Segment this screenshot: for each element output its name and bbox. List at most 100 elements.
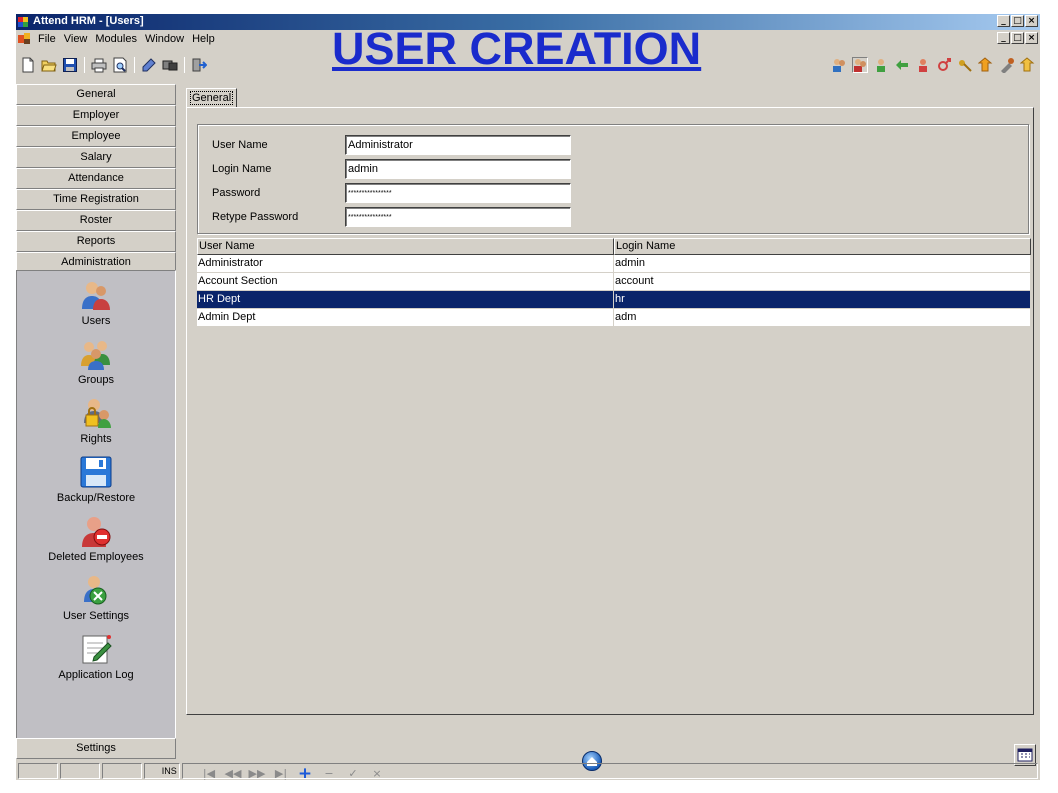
transfer-icon[interactable] bbox=[162, 57, 178, 73]
close-button[interactable]: × bbox=[1025, 15, 1038, 27]
login-name-field[interactable] bbox=[345, 159, 571, 179]
table-row[interactable]: Administrator admin bbox=[197, 255, 1031, 273]
grid-header: User Name Login Name bbox=[197, 238, 1031, 255]
login-name-label: Login Name bbox=[212, 163, 272, 175]
toolbar-separator bbox=[134, 57, 135, 73]
mdi-child-icon[interactable] bbox=[18, 33, 31, 44]
rights-icon bbox=[80, 397, 112, 429]
deleted-employee-icon bbox=[80, 515, 112, 547]
status-cell bbox=[18, 763, 58, 779]
insert-mode-indicator: INS bbox=[143, 763, 180, 779]
toolbar-separator bbox=[184, 57, 185, 73]
nav-item-backup-restore[interactable]: Backup/Restore bbox=[17, 456, 175, 504]
open-folder-icon[interactable] bbox=[41, 57, 57, 73]
nav-roster[interactable]: Roster bbox=[16, 210, 176, 231]
nav-time-registration[interactable]: Time Registration bbox=[16, 189, 176, 210]
status-cell bbox=[59, 763, 100, 779]
column-header-login-name[interactable]: Login Name bbox=[614, 238, 1031, 255]
nav-item-label: Users bbox=[81, 315, 111, 327]
nav-item-label: User Settings bbox=[62, 610, 130, 622]
users-toolbar-icon[interactable] bbox=[831, 57, 847, 73]
cell-user-name[interactable]: Administrator bbox=[197, 255, 614, 273]
nav-reports[interactable]: Reports bbox=[16, 231, 176, 252]
password-field[interactable] bbox=[345, 183, 571, 203]
nav-item-deleted-employees[interactable]: Deleted Employees bbox=[17, 515, 175, 563]
retype-password-field[interactable] bbox=[345, 207, 571, 227]
administration-panel: Users Groups Rights Backup/Restore Delet… bbox=[16, 270, 176, 740]
status-message bbox=[181, 763, 1038, 779]
child-close-button[interactable]: × bbox=[1025, 32, 1038, 44]
new-document-icon[interactable] bbox=[20, 57, 36, 73]
tools-toolbar-icon[interactable] bbox=[999, 57, 1015, 74]
cell-user-name[interactable]: HR Dept bbox=[197, 291, 614, 309]
page-banner-title: USER CREATION bbox=[332, 23, 702, 74]
tab-general[interactable]: General bbox=[186, 88, 238, 108]
maximize-button[interactable]: □ bbox=[1011, 15, 1024, 27]
nav-salary[interactable]: Salary bbox=[16, 147, 176, 168]
nav-item-users[interactable]: Users bbox=[17, 279, 175, 327]
table-row[interactable]: Account Section account bbox=[197, 273, 1031, 291]
print-icon[interactable] bbox=[91, 57, 107, 73]
application-log-icon bbox=[80, 633, 112, 665]
user-creation-toolbar-icon[interactable] bbox=[852, 57, 868, 73]
menu-file[interactable]: File bbox=[38, 33, 56, 45]
minimize-button[interactable]: _ bbox=[997, 15, 1010, 27]
arrow-toolbar-icon[interactable] bbox=[977, 57, 994, 73]
cell-login-name[interactable]: account bbox=[614, 273, 1031, 291]
main-content: General User Name Login Name Password Re… bbox=[180, 84, 1040, 780]
window-title: Attend HRM - [Users] bbox=[33, 15, 144, 27]
group-toolbar-icon[interactable] bbox=[873, 57, 889, 73]
groups-icon bbox=[80, 338, 112, 370]
export-toolbar-icon[interactable] bbox=[1019, 57, 1036, 73]
grid-body: Administrator admin Account Section account… bbox=[197, 255, 1031, 327]
cell-login-name[interactable]: admin bbox=[614, 255, 1031, 273]
toolbar-separator bbox=[84, 57, 85, 73]
app-window: Attend HRM - [Users] _ □ × File View Mod… bbox=[16, 14, 1040, 780]
password-label: Password bbox=[212, 187, 261, 199]
cell-user-name[interactable]: Admin Dept bbox=[197, 309, 614, 327]
retype-password-label: Retype Password bbox=[212, 211, 299, 223]
nav-item-rights[interactable]: Rights bbox=[17, 397, 175, 445]
print-preview-icon[interactable] bbox=[112, 57, 128, 73]
child-restore-button[interactable]: □ bbox=[1011, 32, 1024, 44]
save-icon[interactable] bbox=[62, 57, 78, 73]
move-user-toolbar-icon[interactable] bbox=[894, 57, 910, 73]
nav-item-label: Application Log bbox=[58, 669, 134, 681]
nav-item-user-settings[interactable]: User Settings bbox=[17, 574, 175, 622]
nav-item-groups[interactable]: Groups bbox=[17, 338, 175, 386]
user-settings-icon bbox=[80, 574, 112, 606]
table-row[interactable]: HR Dept hr bbox=[197, 291, 1031, 309]
floppy-disk-icon bbox=[80, 456, 112, 488]
status-bar: INS bbox=[16, 762, 1040, 780]
tab-general-label: General bbox=[190, 91, 234, 105]
menu-help[interactable]: Help bbox=[192, 33, 215, 45]
rights-toolbar-icon[interactable] bbox=[915, 57, 931, 73]
cell-login-name[interactable]: hr bbox=[614, 291, 1031, 309]
nav-general[interactable]: General bbox=[16, 84, 176, 105]
gender-toolbar-icon[interactable] bbox=[936, 57, 952, 73]
nav-settings[interactable]: Settings bbox=[16, 738, 176, 759]
nav-employer[interactable]: Employer bbox=[16, 105, 176, 126]
menu-modules[interactable]: Modules bbox=[95, 33, 137, 45]
nav-item-label: Rights bbox=[80, 433, 112, 445]
nav-item-application-log[interactable]: Application Log bbox=[17, 633, 175, 681]
nav-attendance[interactable]: Attendance bbox=[16, 168, 176, 189]
menu-window[interactable]: Window bbox=[145, 33, 184, 45]
cell-login-name[interactable]: adm bbox=[614, 309, 1031, 327]
column-header-user-name[interactable]: User Name bbox=[197, 238, 614, 255]
user-form-group: User Name Login Name Password Retype Pas… bbox=[197, 124, 1029, 234]
edit-icon[interactable] bbox=[141, 57, 157, 73]
user-name-field[interactable] bbox=[345, 135, 571, 155]
nav-employee[interactable]: Employee bbox=[16, 126, 176, 147]
menu-view[interactable]: View bbox=[64, 33, 88, 45]
users-icon bbox=[80, 279, 112, 311]
tab-panel: User Name Login Name Password Retype Pas… bbox=[186, 107, 1034, 780]
app-icon bbox=[18, 17, 29, 27]
key-toolbar-icon[interactable] bbox=[957, 57, 973, 73]
users-grid: User Name Login Name Administrator admin A… bbox=[197, 238, 1031, 714]
table-row[interactable]: Admin Dept adm bbox=[197, 309, 1031, 327]
child-minimize-button[interactable]: _ bbox=[997, 32, 1010, 44]
cell-user-name[interactable]: Account Section bbox=[197, 273, 614, 291]
nav-item-label: Groups bbox=[77, 374, 115, 386]
exit-icon[interactable] bbox=[191, 57, 208, 73]
